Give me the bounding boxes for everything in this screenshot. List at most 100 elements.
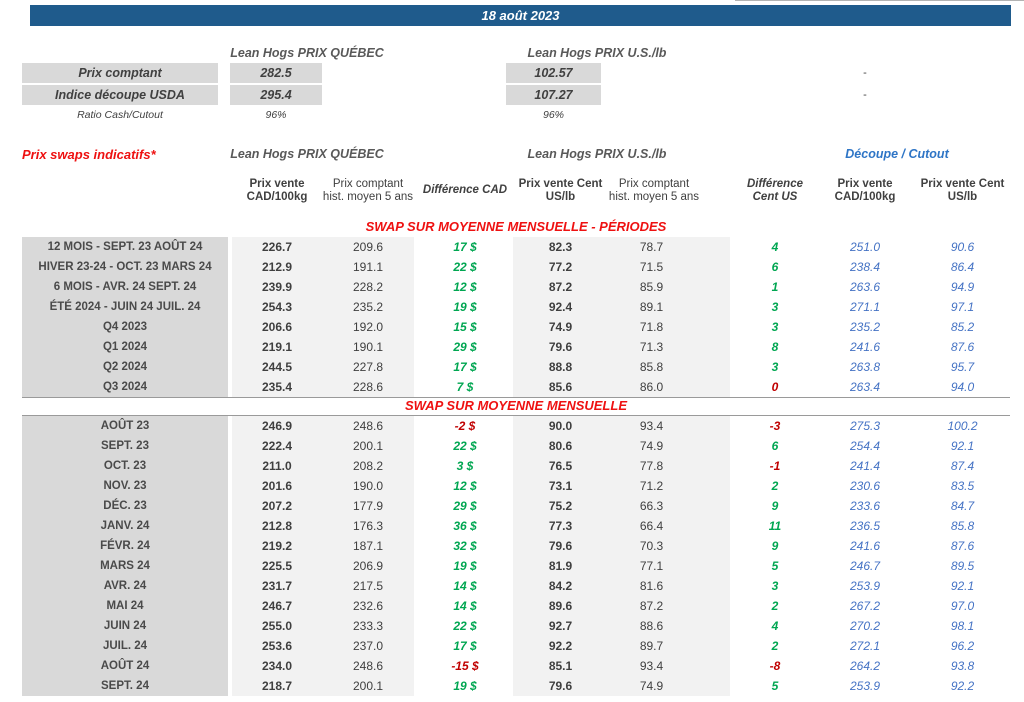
spot-us-value: 96%: [506, 107, 601, 122]
us-hist-value: 74.9: [608, 676, 730, 696]
table-row: Q2 2024 244.5 227.8 17 $ 88.8 85.8 3 263…: [0, 357, 1024, 377]
cutout-cad-value: 275.3: [820, 416, 910, 436]
cad-vente-value: 207.2: [232, 496, 322, 516]
us-vente-value: 89.6: [513, 596, 608, 616]
cutout-cad-value: 238.4: [820, 257, 910, 277]
us-vente-value: 73.1: [513, 476, 608, 496]
cutout-cad-value: 236.5: [820, 516, 910, 536]
diff-us-value: 3: [735, 297, 815, 317]
cad-vente-value: 218.7: [232, 676, 322, 696]
cutout-us-value: 83.5: [915, 476, 1010, 496]
cad-vente-value: 244.5: [232, 357, 322, 377]
row-label: NOV. 23: [22, 476, 228, 496]
table-row: JUIN 24 255.0 233.3 22 $ 92.7 88.6 4 270…: [0, 616, 1024, 636]
spot-quebec-header: Lean Hogs PRIX QUÉBEC: [212, 46, 402, 62]
col-header-cad-hist: Prix comptant hist. moyen 5 ans: [322, 166, 414, 216]
cutout-cad-value: 230.6: [820, 476, 910, 496]
cutout-us-value: 92.1: [915, 576, 1010, 596]
table-row: Q3 2024 235.4 228.6 7 $ 85.6 86.0 0 263.…: [0, 377, 1024, 397]
spot-right-dash: -: [820, 63, 910, 83]
cutout-cad-value: 241.6: [820, 337, 910, 357]
us-hist-value: 93.4: [608, 656, 730, 676]
cad-vente-value: 222.4: [232, 436, 322, 456]
table-row: HIVER 23-24 - OCT. 23 MARS 24 212.9 191.…: [0, 257, 1024, 277]
us-vente-value: 88.8: [513, 357, 608, 377]
cad-vente-value: 201.6: [232, 476, 322, 496]
us-hist-value: 88.6: [608, 616, 730, 636]
cutout-us-value: 92.1: [915, 436, 1010, 456]
cutout-us-value: 98.1: [915, 616, 1010, 636]
cad-hist-value: 200.1: [322, 436, 414, 456]
us-vente-value: 84.2: [513, 576, 608, 596]
diff-cad-value: 36 $: [420, 516, 510, 536]
cad-hist-value: 190.1: [322, 337, 414, 357]
swaps-us-header: Lean Hogs PRIX U.S./lb: [502, 147, 692, 163]
cad-hist-value: 209.6: [322, 237, 414, 257]
us-hist-value: 85.9: [608, 277, 730, 297]
table-row: MARS 24 225.5 206.9 19 $ 81.9 77.1 5 246…: [0, 556, 1024, 576]
us-vente-value: 76.5: [513, 456, 608, 476]
cutout-us-value: 84.7: [915, 496, 1010, 516]
table-row: AOÛT 23 246.9 248.6 -2 $ 90.0 93.4 -3 27…: [0, 416, 1024, 436]
row-label: Q2 2024: [22, 357, 228, 377]
cad-vente-value: 219.2: [232, 536, 322, 556]
diff-cad-value: 19 $: [420, 556, 510, 576]
col-header-dec-us: Prix vente Cent US/lb: [915, 166, 1010, 216]
cutout-cad-value: 246.7: [820, 556, 910, 576]
cutout-us-value: 95.7: [915, 357, 1010, 377]
us-hist-value: 71.5: [608, 257, 730, 277]
diff-us-value: 6: [735, 257, 815, 277]
row-label: DÉC. 23: [22, 496, 228, 516]
diff-us-value: 5: [735, 676, 815, 696]
cutout-cad-value: 233.6: [820, 496, 910, 516]
report-date: 18 août 2023: [481, 8, 559, 23]
cutout-us-value: 97.0: [915, 596, 1010, 616]
us-hist-value: 74.9: [608, 436, 730, 456]
spot-row: Ratio Cash/Cutout 96% 96%: [0, 107, 1024, 122]
us-vente-value: 92.2: [513, 636, 608, 656]
cad-hist-value: 227.8: [322, 357, 414, 377]
cad-vente-value: 231.7: [232, 576, 322, 596]
us-hist-value: 77.1: [608, 556, 730, 576]
diff-cad-value: 32 $: [420, 536, 510, 556]
row-label: SEPT. 23: [22, 436, 228, 456]
row-label: MAI 24: [22, 596, 228, 616]
row-label: 6 MOIS - AVR. 24 SEPT. 24: [22, 277, 228, 297]
table-row: MAI 24 246.7 232.6 14 $ 89.6 87.2 2 267.…: [0, 596, 1024, 616]
cad-vente-value: 254.3: [232, 297, 322, 317]
cutout-us-value: 89.5: [915, 556, 1010, 576]
report-page: 18 août 2023 Lean Hogs PRIX QUÉBEC Lean …: [0, 0, 1024, 702]
cad-hist-value: 228.2: [322, 277, 414, 297]
table-row: 6 MOIS - AVR. 24 SEPT. 24 239.9 228.2 12…: [0, 277, 1024, 297]
us-vente-value: 75.2: [513, 496, 608, 516]
us-hist-value: 77.8: [608, 456, 730, 476]
us-hist-value: 87.2: [608, 596, 730, 616]
section-caption: SWAP SUR MOYENNE MENSUELLE: [232, 398, 800, 415]
col-header-us-vente: Prix vente Cent US/lb: [513, 166, 608, 216]
us-vente-value: 85.6: [513, 377, 608, 397]
cad-hist-value: 177.9: [322, 496, 414, 516]
row-label: AOÛT 24: [22, 656, 228, 676]
spot-right-dash: -: [820, 85, 910, 105]
cutout-us-value: 87.4: [915, 456, 1010, 476]
us-vente-value: 74.9: [513, 317, 608, 337]
us-vente-value: 90.0: [513, 416, 608, 436]
cutout-us-value: 100.2: [915, 416, 1010, 436]
cutout-us-value: 96.2: [915, 636, 1010, 656]
us-vente-value: 87.2: [513, 277, 608, 297]
cutout-us-value: 90.6: [915, 237, 1010, 257]
cad-vente-value: 212.8: [232, 516, 322, 536]
row-label: Q3 2024: [22, 377, 228, 397]
cutout-us-value: 94.0: [915, 377, 1010, 397]
us-vente-value: 85.1: [513, 656, 608, 676]
row-label: MARS 24: [22, 556, 228, 576]
us-hist-value: 89.1: [608, 297, 730, 317]
us-hist-value: 70.3: [608, 536, 730, 556]
cutout-cad-value: 271.1: [820, 297, 910, 317]
us-vente-value: 79.6: [513, 676, 608, 696]
table-row: AOÛT 24 234.0 248.6 -15 $ 85.1 93.4 -8 2…: [0, 656, 1024, 676]
table-row: Q1 2024 219.1 190.1 29 $ 79.6 71.3 8 241…: [0, 337, 1024, 357]
diff-us-value: 2: [735, 476, 815, 496]
diff-cad-value: -2 $: [420, 416, 510, 436]
cad-hist-value: 176.3: [322, 516, 414, 536]
